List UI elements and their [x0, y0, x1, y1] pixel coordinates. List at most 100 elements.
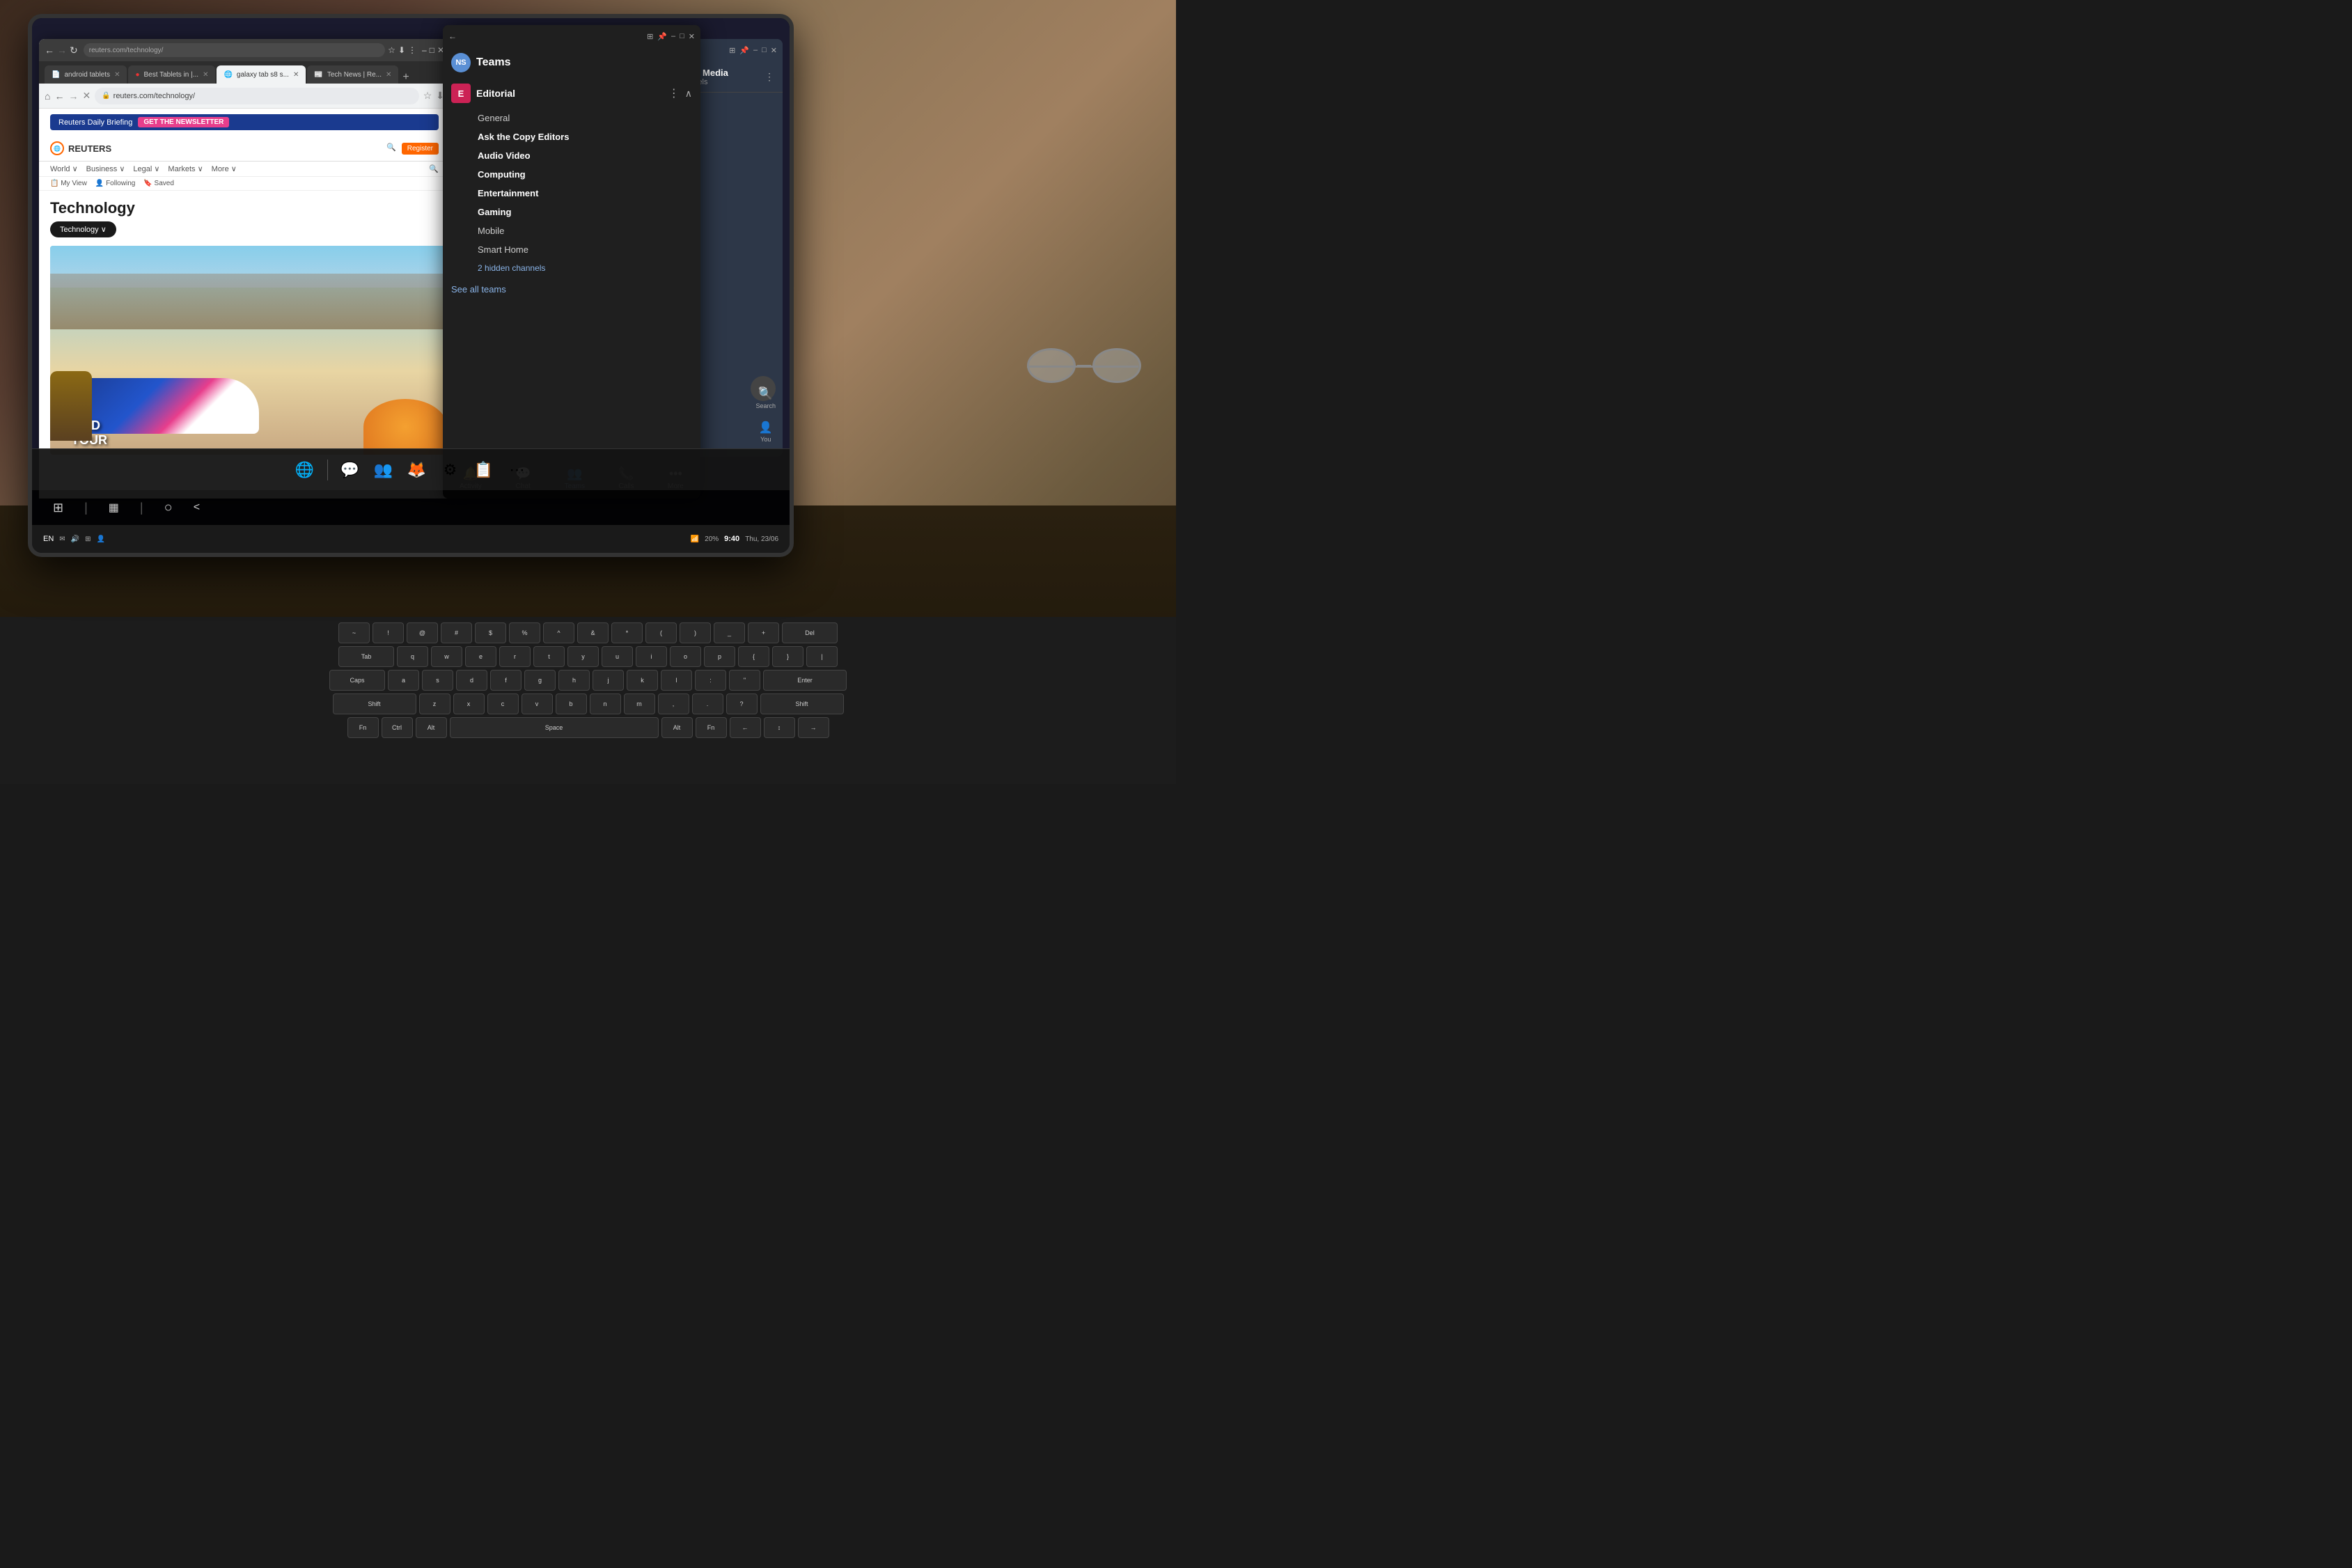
- back-nav-icon[interactable]: ←: [45, 45, 54, 56]
- tab-close-2[interactable]: ✕: [203, 71, 208, 79]
- key-7[interactable]: &: [577, 622, 609, 643]
- editorial-collapse-icon[interactable]: ∧: [685, 88, 692, 100]
- minimize-icon[interactable]: –: [422, 45, 427, 55]
- key-r[interactable]: r: [499, 646, 531, 667]
- key-comma[interactable]: ,: [658, 693, 689, 714]
- channel-smart-home[interactable]: Smart Home: [443, 240, 700, 259]
- key-ctrl[interactable]: Ctrl: [382, 717, 413, 738]
- key-period[interactable]: .: [692, 693, 723, 714]
- taskbar-more[interactable]: ⋯: [503, 456, 531, 484]
- following-link[interactable]: 👤 Following: [95, 180, 135, 187]
- key-v[interactable]: v: [522, 693, 553, 714]
- sm-filter-icon[interactable]: ⊞: [729, 46, 735, 55]
- forward-icon[interactable]: →: [68, 91, 78, 102]
- reload-nav-icon[interactable]: ✕: [82, 90, 91, 102]
- key-2[interactable]: @: [407, 622, 438, 643]
- key-y[interactable]: y: [567, 646, 599, 667]
- teams-back-icon[interactable]: ←: [448, 31, 457, 41]
- sm-search-button[interactable]: 🔍 Search: [755, 387, 776, 409]
- sm-you-button[interactable]: 👤 You: [755, 421, 776, 443]
- tab-close-4[interactable]: ✕: [386, 71, 391, 79]
- key-lalt[interactable]: Alt: [416, 717, 447, 738]
- key-space[interactable]: Space: [450, 717, 659, 738]
- channel-entertainment[interactable]: Entertainment: [443, 184, 700, 203]
- key-rbracket[interactable]: }: [772, 646, 803, 667]
- taskbar-chrome[interactable]: 🌐: [291, 456, 319, 484]
- key-p[interactable]: p: [704, 646, 735, 667]
- nav-more[interactable]: More ∨: [212, 164, 237, 173]
- browser-window[interactable]: ← → ↻ reuters.com/technology/ ☆ ⬇ ⋮ – □ …: [39, 39, 450, 499]
- key-u[interactable]: u: [602, 646, 633, 667]
- key-rshift[interactable]: Shift: [760, 693, 844, 714]
- taskbar-firefox[interactable]: 🦊: [403, 456, 431, 484]
- key-w[interactable]: w: [431, 646, 462, 667]
- key-a[interactable]: a: [388, 670, 419, 691]
- key-l[interactable]: l: [661, 670, 692, 691]
- key-j[interactable]: j: [593, 670, 624, 691]
- see-all-teams-link[interactable]: See all teams: [443, 277, 700, 301]
- url-input[interactable]: 🔒 reuters.com/technology/: [95, 88, 419, 104]
- key-b[interactable]: b: [556, 693, 587, 714]
- teams-pin-icon[interactable]: 📌: [657, 32, 667, 41]
- grid-nav-icon[interactable]: ⊞: [53, 501, 63, 515]
- saved-link[interactable]: 🔖 Saved: [143, 180, 174, 187]
- channel-general[interactable]: General: [443, 109, 700, 127]
- key-g[interactable]: g: [524, 670, 556, 691]
- key-left[interactable]: ←: [730, 717, 761, 738]
- tab-tech-news[interactable]: 📰 Tech News | Re... ✕: [307, 65, 398, 84]
- key-colon[interactable]: :: [695, 670, 726, 691]
- nav-markets[interactable]: Markets ∨: [168, 164, 203, 173]
- sm-minimize-icon[interactable]: –: [753, 46, 758, 54]
- teams-restore-icon[interactable]: □: [680, 32, 684, 40]
- key-enter[interactable]: Enter: [763, 670, 847, 691]
- star-icon[interactable]: ☆: [388, 45, 395, 55]
- key-ralt[interactable]: Alt: [661, 717, 693, 738]
- key-m[interactable]: m: [624, 693, 655, 714]
- hidden-channels-link[interactable]: 2 hidden channels: [443, 259, 700, 277]
- key-k[interactable]: k: [627, 670, 658, 691]
- recents-icon[interactable]: ▦: [109, 501, 119, 515]
- key-fn[interactable]: Fn: [347, 717, 379, 738]
- teams-screenshot-icon[interactable]: ⊞: [647, 32, 653, 41]
- key-z[interactable]: z: [419, 693, 450, 714]
- key-3[interactable]: #: [441, 622, 472, 643]
- teams-minimize-icon[interactable]: –: [671, 32, 675, 40]
- editorial-team-header[interactable]: E Editorial ⋮ ∧: [443, 78, 700, 109]
- key-o[interactable]: o: [670, 646, 701, 667]
- key-plus[interactable]: +: [748, 622, 779, 643]
- key-quote[interactable]: ": [729, 670, 760, 691]
- taskbar-trello[interactable]: 📋: [470, 456, 498, 484]
- key-tilde[interactable]: ~: [338, 622, 370, 643]
- key-minus[interactable]: _: [714, 622, 745, 643]
- key-4[interactable]: $: [475, 622, 506, 643]
- key-1[interactable]: !: [373, 622, 404, 643]
- home-icon[interactable]: ⌂: [45, 91, 50, 102]
- key-rfn[interactable]: Fn: [696, 717, 727, 738]
- taskbar-settings[interactable]: ⚙: [437, 456, 464, 484]
- home-nav-icon[interactable]: ○: [164, 500, 173, 516]
- register-button[interactable]: Register: [402, 143, 439, 155]
- key-0[interactable]: ): [680, 622, 711, 643]
- key-tab[interactable]: Tab: [338, 646, 394, 667]
- teams-window[interactable]: ← ⊞ 📌 – □ ✕ NS Teams E Edit: [443, 25, 700, 499]
- sm-restore-icon[interactable]: □: [762, 46, 767, 54]
- forward-nav-icon[interactable]: →: [57, 45, 67, 56]
- key-6[interactable]: ^: [543, 622, 574, 643]
- nav-world[interactable]: World ∨: [50, 164, 78, 173]
- key-h[interactable]: h: [558, 670, 590, 691]
- editorial-more-icon[interactable]: ⋮: [668, 86, 680, 100]
- sm-close-icon[interactable]: ✕: [771, 46, 777, 55]
- key-8[interactable]: *: [611, 622, 643, 643]
- key-i[interactable]: i: [636, 646, 667, 667]
- search-nav-icon[interactable]: 🔍: [429, 164, 439, 173]
- tab-close-1[interactable]: ✕: [114, 71, 120, 79]
- key-f[interactable]: f: [490, 670, 522, 691]
- taskbar-teams[interactable]: 👥: [370, 456, 398, 484]
- key-backspace[interactable]: Del: [782, 622, 838, 643]
- nav-business[interactable]: Business ∨: [86, 164, 125, 173]
- bookmark-icon[interactable]: ☆: [423, 90, 432, 102]
- key-lshift[interactable]: Shift: [333, 693, 416, 714]
- my-view-link[interactable]: 📋 My View: [50, 180, 87, 187]
- key-pipe[interactable]: |: [806, 646, 838, 667]
- new-tab-icon[interactable]: +: [402, 71, 409, 84]
